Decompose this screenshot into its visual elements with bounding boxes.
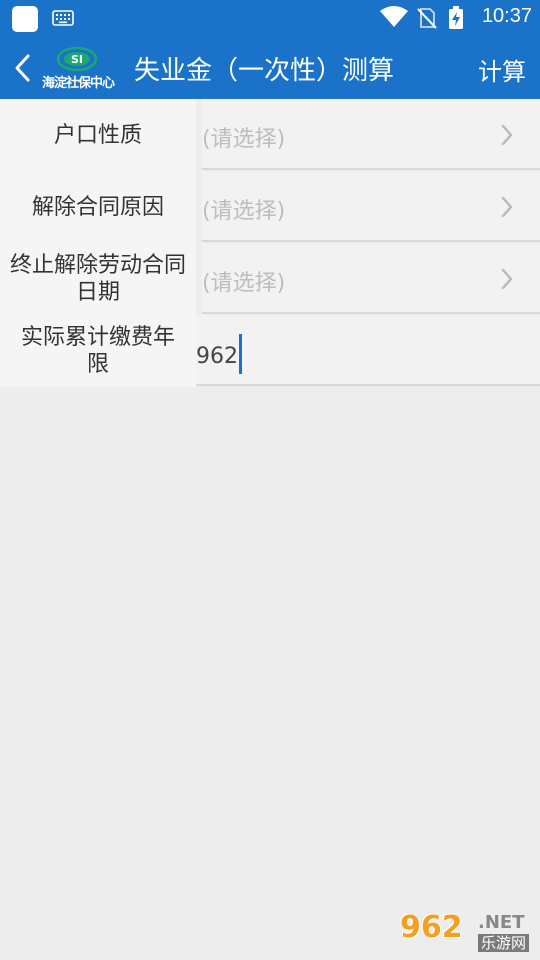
chevron-right-icon — [501, 196, 513, 218]
chevron-right-icon — [501, 268, 513, 290]
household-type-select[interactable]: (请选择) — [202, 99, 540, 170]
calculate-button[interactable]: 计算 — [478, 52, 526, 87]
select-placeholder: (请选择) — [202, 271, 286, 296]
label-line: 限 — [86, 352, 109, 377]
select-placeholder: (请选择) — [202, 127, 286, 152]
form-row-termination-reason[interactable]: 解除合同原因 (请选择) — [0, 171, 540, 243]
keyboard-icon — [52, 10, 74, 30]
form-row-termination-date[interactable]: 终止解除劳动合同 日期 (请选择) — [0, 243, 540, 315]
contribution-years-input[interactable]: 962 — [196, 315, 540, 386]
label-line: 实际累计缴费年 — [20, 325, 175, 350]
label-line: 解除合同原因 — [31, 194, 164, 220]
form-row-household-type[interactable]: 户口性质 (请选择) — [0, 99, 540, 171]
status-time: 10:37 — [481, 5, 532, 27]
si-logo-icon: SI — [56, 46, 98, 72]
logo-text: 海淀社保中心 — [41, 76, 115, 91]
field-label: 实际累计缴费年 限 — [0, 315, 196, 387]
termination-reason-select[interactable]: (请选择) — [202, 171, 540, 242]
termination-date-select[interactable]: (请选择) — [202, 243, 540, 314]
watermark-main: 962 — [400, 910, 463, 945]
text-caret — [239, 334, 242, 374]
chevron-right-icon — [501, 124, 513, 146]
label-line: 终止解除劳动合同 — [9, 253, 186, 278]
app-header: 10:37 SI 海淀社保中心 失业金（一次性）测算 计算 — [0, 0, 540, 99]
input-value: 962 — [196, 334, 242, 377]
page-title: 失业金（一次性）测算 — [134, 56, 395, 86]
app-icon — [12, 6, 38, 32]
battery-charging-icon — [448, 6, 464, 34]
watermark-suffix: .NET — [478, 912, 525, 933]
field-label: 解除合同原因 — [0, 171, 196, 243]
label-line: 日期 — [75, 280, 120, 305]
field-label: 户口性质 — [0, 99, 196, 171]
no-sim-icon — [416, 7, 438, 33]
wifi-icon — [380, 6, 408, 32]
watermark: 962 .NET 乐游网 — [400, 908, 534, 954]
form-row-contribution-years[interactable]: 实际累计缴费年 限 962 — [0, 315, 540, 387]
logo: SI 海淀社保中心 — [38, 46, 118, 92]
select-placeholder: (请选择) — [202, 199, 286, 224]
label-line: 户口性质 — [53, 122, 142, 148]
input-text: 962 — [196, 344, 238, 369]
status-bar: 10:37 — [0, 0, 540, 36]
watermark-sub: 乐游网 — [478, 934, 530, 952]
back-chevron-icon[interactable] — [8, 50, 40, 86]
svg-text:SI: SI — [71, 53, 83, 66]
field-label: 终止解除劳动合同 日期 — [0, 243, 196, 315]
title-bar: SI 海淀社保中心 失业金（一次性）测算 计算 — [0, 36, 540, 99]
